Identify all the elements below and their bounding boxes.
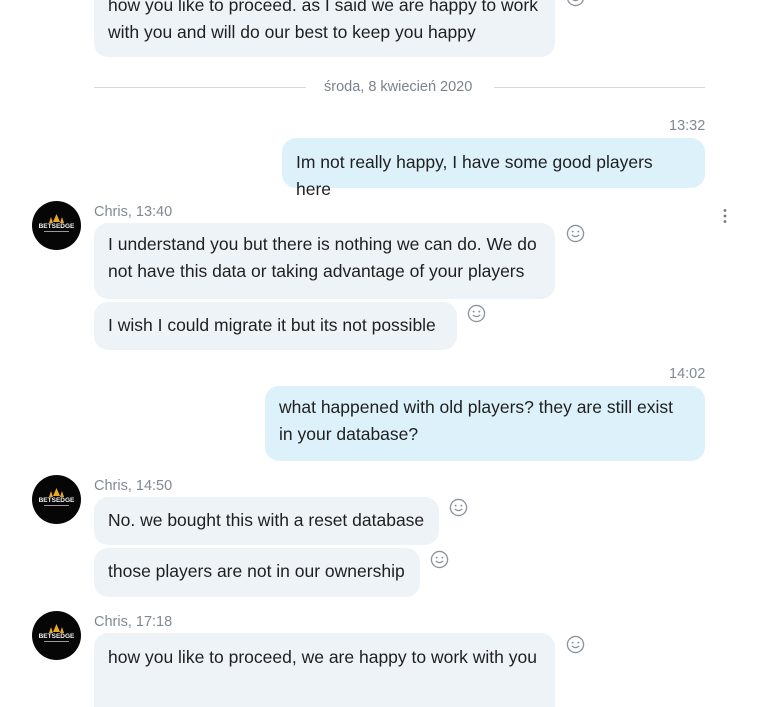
message-text: those players are not in our ownership: [108, 561, 405, 581]
message-header: Chris, 17:18: [94, 614, 173, 630]
message-time: 13:32: [669, 118, 706, 134]
message-bubble-outgoing[interactable]: Im not really happy, I have some good pl…: [282, 138, 705, 199]
more-vertical-icon[interactable]: [721, 208, 729, 224]
smiley-icon[interactable]: [430, 550, 449, 569]
smiley-icon[interactable]: [566, 0, 585, 7]
message-text: Im not really happy, I have some good pl…: [296, 152, 653, 199]
message-text: I understand you but there is nothing we…: [108, 234, 537, 281]
avatar-brand-text: BETSEDGE: [39, 497, 75, 504]
message-header: Chris, 14:50: [94, 478, 173, 494]
message-text: how you like to proceed, we are happy to…: [108, 647, 537, 667]
date-divider: środa, 8 kwiecień 2020: [324, 79, 473, 95]
smiley-icon[interactable]: [566, 635, 585, 654]
message-bubble-incoming[interactable]: I understand you but there is nothing we…: [94, 223, 555, 299]
betsedge-logo-icon: BETSEDGE: [38, 214, 75, 232]
divider-line: [494, 87, 705, 88]
avatar[interactable]: BETSEDGE: [32, 201, 81, 250]
message-text: how you like to proceed. as I said we ar…: [108, 0, 538, 42]
betsedge-logo-icon: BETSEDGE: [39, 624, 75, 642]
message-bubble-incoming[interactable]: those players are not in our ownership: [94, 548, 420, 597]
message-header: Chris, 13:40: [94, 204, 173, 220]
message-bubble-incoming[interactable]: I wish I could migrate it but its not po…: [94, 302, 457, 350]
message-bubble-incoming[interactable]: No. we bought this with a reset database: [94, 497, 439, 545]
betsedge-logo-icon: BETSEDGE: [39, 488, 75, 506]
smiley-icon[interactable]: [449, 498, 468, 517]
message-bubble-outgoing[interactable]: what happened with old players? they are…: [265, 386, 705, 461]
avatar-brand-text: BETSEDGE: [39, 223, 75, 230]
avatar[interactable]: BETSEDGE: [32, 611, 81, 660]
smiley-icon[interactable]: [467, 304, 486, 323]
avatar-brand-text: BETSEDGE: [39, 633, 75, 640]
message-text: what happened with old players? they are…: [279, 397, 673, 444]
message-text: No. we bought this with a reset database: [108, 510, 425, 530]
message-time: 14:02: [669, 366, 706, 382]
message-bubble-incoming[interactable]: how you like to proceed. as I said we ar…: [94, 0, 555, 57]
avatar[interactable]: BETSEDGE: [32, 475, 81, 524]
message-bubble-incoming[interactable]: how you like to proceed, we are happy to…: [94, 633, 555, 707]
divider-line: [94, 87, 306, 88]
smiley-icon[interactable]: [566, 224, 585, 243]
message-text: I wish I could migrate it but its not po…: [108, 315, 436, 335]
